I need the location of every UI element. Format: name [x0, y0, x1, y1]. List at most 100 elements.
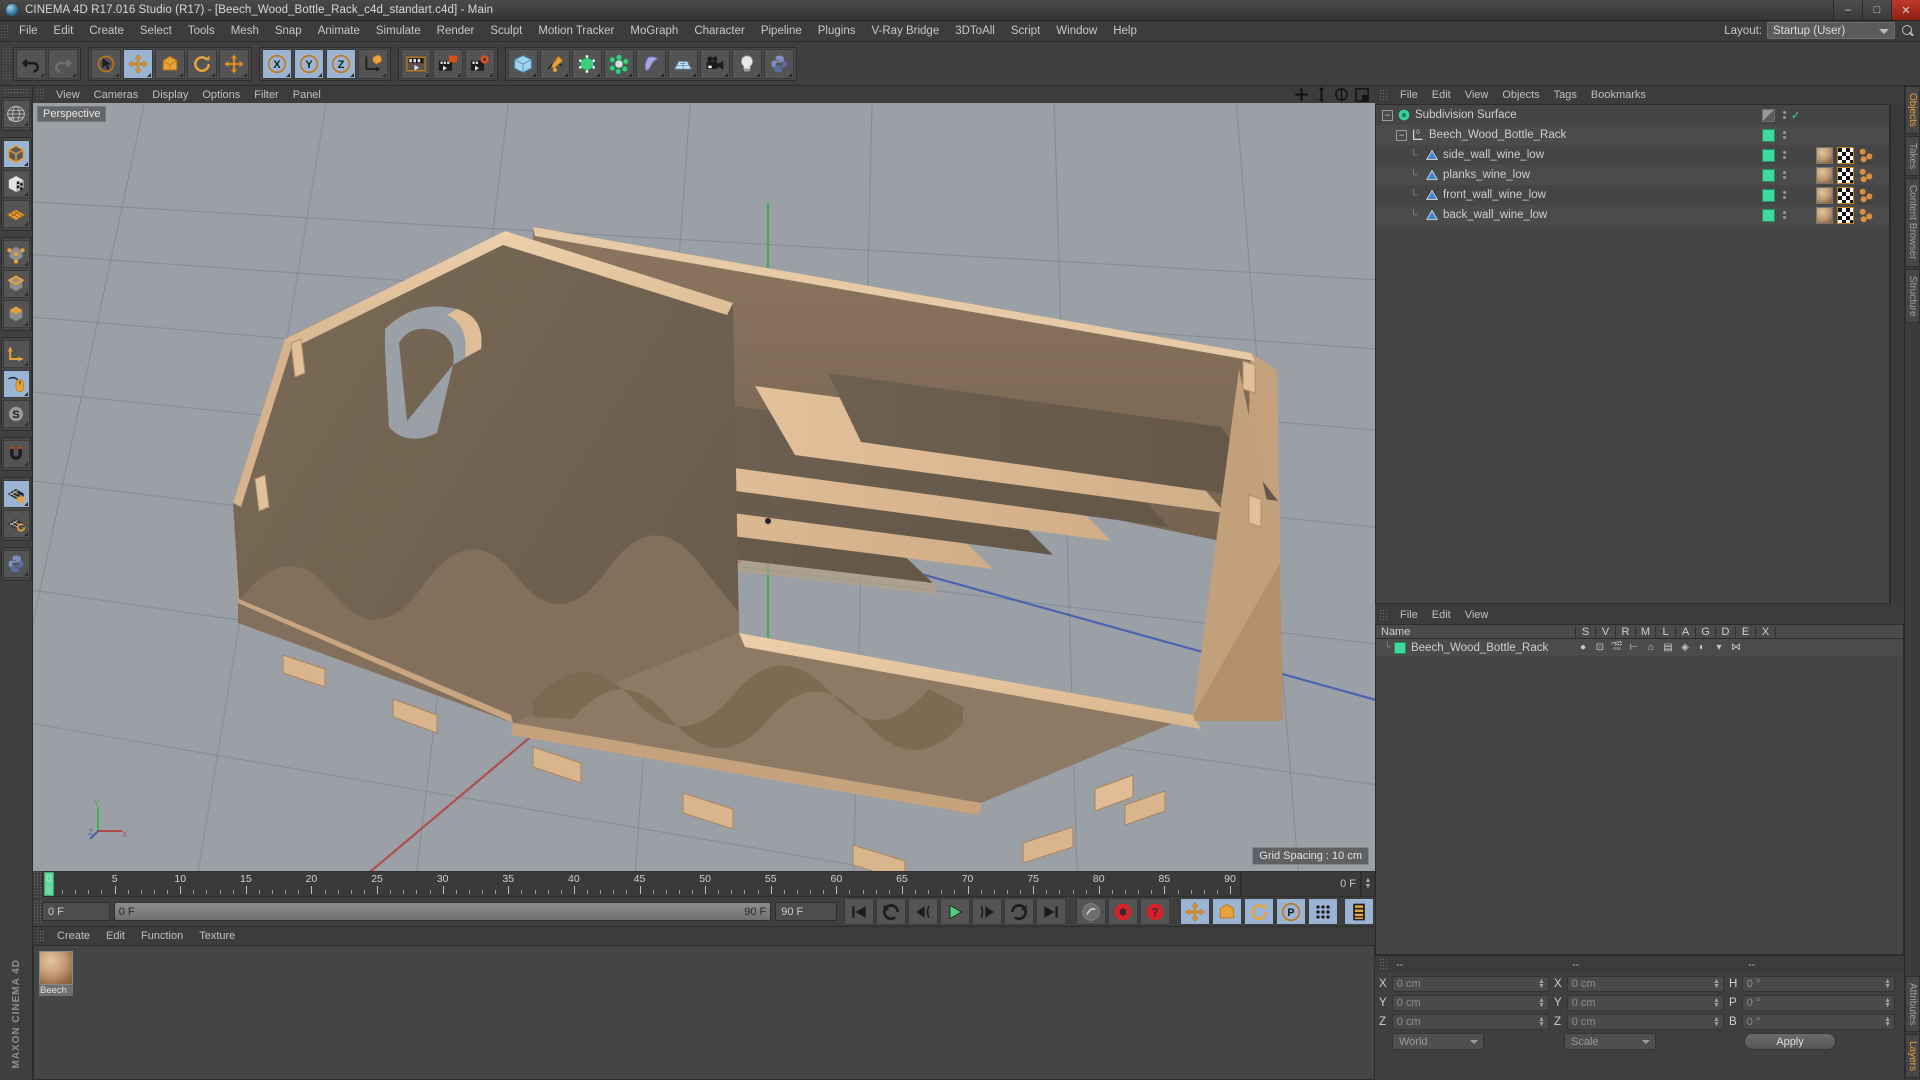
timeline-controls-grip[interactable] — [33, 900, 42, 923]
object-color-chip[interactable] — [1762, 208, 1775, 222]
selection-tag-icon[interactable] — [1858, 187, 1875, 204]
menu-item-display[interactable]: Display — [145, 88, 195, 102]
subdivision-surface-icon[interactable] — [1396, 108, 1411, 123]
position-field-z[interactable]: 0 cm ▲ ▼ — [1391, 1014, 1549, 1030]
material-menu-grip[interactable] — [36, 929, 45, 943]
close-button[interactable]: ✕ — [1891, 0, 1920, 20]
zoom-icon[interactable] — [1315, 87, 1328, 102]
menu-item-file[interactable]: File — [11, 23, 46, 39]
size-field-x[interactable]: 0 cm ▲ ▼ — [1566, 976, 1724, 992]
menu-item-cameras[interactable]: Cameras — [87, 88, 146, 102]
play-icon[interactable] — [940, 898, 970, 925]
maximize-button[interactable]: □ — [1862, 0, 1891, 20]
position-key-icon[interactable] — [1180, 898, 1210, 925]
python-icon[interactable] — [2, 550, 30, 578]
uv-tag-icon[interactable] — [1837, 206, 1854, 224]
minimize-button[interactable]: – — [1833, 0, 1862, 20]
timeline-current-frame-right[interactable]: 0 F — [1241, 871, 1361, 897]
position-field-x[interactable]: 0 cm ▲ ▼ — [1391, 976, 1549, 992]
menu-item-simulate[interactable]: Simulate — [368, 23, 429, 39]
timeline-ruler[interactable]: 0 5 10 15 20 25 30 35 40 45 50 55 60 65 70 75 80 85 90 — [42, 871, 1241, 897]
axis-z-icon[interactable]: Z — [326, 48, 356, 79]
size-field-z[interactable]: 0 cm ▲ ▼ — [1566, 1014, 1724, 1030]
layer-rows[interactable]: └ Beech_Wood_Bottle_Rack ● ⊡ 🎬 ⊢ ⌂ ▤ ◈ ◐ ▾ ⋈ — [1375, 639, 1904, 955]
render-picture-viewer-icon[interactable] — [433, 48, 463, 79]
timeline-layout-icon[interactable] — [1344, 898, 1374, 925]
menu-item-v-ray-bridge[interactable]: V-Ray Bridge — [863, 23, 947, 39]
visibility-dots[interactable] — [1779, 111, 1789, 119]
menu-item-edit[interactable]: Edit — [1425, 608, 1458, 622]
edge-tab-layers[interactable]: Layers — [1905, 1033, 1920, 1078]
menu-item-edit[interactable]: Edit — [1425, 88, 1458, 102]
select-cursor-icon[interactable] — [91, 48, 121, 79]
menu-item-window[interactable]: Window — [1048, 23, 1105, 39]
render-icon[interactable]: 🎬 — [1610, 642, 1624, 653]
menu-item-objects[interactable]: Objects — [1495, 88, 1546, 102]
rotation-field-p[interactable]: 0 ° ▲ ▼ — [1741, 995, 1896, 1011]
layer-column-g[interactable]: G — [1696, 625, 1716, 638]
texture-mode-icon[interactable] — [2, 170, 30, 198]
uv-tag-icon[interactable] — [1837, 146, 1854, 164]
selection-tag-icon[interactable] — [1858, 167, 1875, 184]
layer-column-d[interactable]: D — [1716, 625, 1736, 638]
material-tag-icon[interactable] — [1816, 186, 1833, 204]
magnet-icon[interactable] — [2, 440, 30, 468]
pan-icon[interactable] — [1294, 87, 1309, 102]
menubar-grip[interactable] — [0, 23, 9, 39]
material-tag-icon[interactable] — [1816, 146, 1833, 164]
polygon-object-icon[interactable] — [1424, 188, 1439, 203]
tree-expander-icon[interactable]: − — [1382, 109, 1393, 121]
menu-item-motion-tracker[interactable]: Motion Tracker — [530, 23, 622, 39]
menu-item-character[interactable]: Character — [686, 23, 753, 39]
menu-item-bookmarks[interactable]: Bookmarks — [1584, 88, 1653, 102]
pla-key-icon[interactable] — [1308, 898, 1338, 925]
material-manager-body[interactable]: Beech — [33, 945, 1375, 1080]
solo-icon[interactable]: ● — [1576, 642, 1590, 653]
menu-item-edit[interactable]: Edit — [46, 23, 82, 39]
locked-icon[interactable]: ⌂ — [1644, 642, 1658, 653]
menu-item-render[interactable]: Render — [429, 23, 483, 39]
menu-item-sculpt[interactable]: Sculpt — [482, 23, 530, 39]
polygon-object-icon[interactable] — [1424, 148, 1439, 163]
viewport-3d-canvas[interactable]: Perspective Y X Z Grid Spacing: 10 cm — [33, 103, 1375, 871]
manager-icon[interactable]: ⊢ — [1627, 642, 1641, 653]
layer-column-r[interactable]: R — [1616, 625, 1636, 638]
search-icon[interactable] — [1900, 23, 1916, 39]
polygon-object-icon[interactable] — [1424, 168, 1439, 183]
light-icon[interactable] — [732, 48, 762, 79]
transform-mode-dropdown[interactable]: Scale — [1564, 1033, 1656, 1050]
menu-item-animate[interactable]: Animate — [310, 23, 368, 39]
camera-icon[interactable] — [700, 48, 730, 79]
menu-item-tags[interactable]: Tags — [1547, 88, 1584, 102]
menu-item-help[interactable]: Help — [1105, 23, 1145, 39]
object-color-chip[interactable] — [1762, 168, 1775, 182]
material-tag-icon[interactable] — [1816, 166, 1833, 184]
keyframe-selection-icon[interactable]: ? — [1140, 898, 1170, 925]
timeline-range-slider[interactable]: 0 F 90 F — [113, 902, 772, 921]
layer-column-m[interactable]: M — [1636, 625, 1656, 638]
redo-icon[interactable] — [48, 48, 78, 79]
selection-tag-icon[interactable] — [1858, 147, 1875, 164]
material-chip[interactable]: Beech — [39, 951, 73, 1074]
axis-x-icon[interactable]: X — [262, 48, 292, 79]
rotate-icon[interactable] — [187, 48, 217, 79]
object-render-toggle[interactable] — [1762, 108, 1775, 122]
layer-column-name[interactable]: Name — [1376, 625, 1576, 638]
left-toolbar-grip[interactable] — [4, 88, 28, 95]
points-mode-icon[interactable] — [2, 240, 30, 268]
view-icon[interactable]: ⊡ — [1593, 642, 1607, 653]
menu-item-view[interactable]: View — [1458, 88, 1496, 102]
parameter-key-icon[interactable]: P — [1276, 898, 1306, 925]
deformer-icon[interactable]: ◐ — [1695, 642, 1709, 653]
edge-tab-objects[interactable]: Objects — [1905, 86, 1920, 134]
object-row[interactable]: − Subdivision Surface ✓ — [1376, 105, 1889, 125]
deformer-icon[interactable] — [604, 48, 634, 79]
object-tree[interactable]: − Subdivision Surface ✓ −0 Beech_Wood_Bottle… — [1375, 104, 1890, 604]
scale-key-icon[interactable] — [1212, 898, 1242, 925]
object-row[interactable]: − 0 Beech_Wood_Bottle_Rack — [1376, 125, 1889, 145]
layer-row[interactable]: └ Beech_Wood_Bottle_Rack ● ⊡ 🎬 ⊢ ⌂ ▤ ◈ ◐ ▾ ⋈ — [1376, 639, 1903, 656]
object-row[interactable]: └ back_wall_wine_low — [1376, 205, 1889, 225]
material-tag-icon[interactable] — [1816, 206, 1833, 224]
uv-tag-icon[interactable] — [1837, 186, 1854, 204]
polygon-object-icon[interactable] — [1424, 208, 1439, 223]
